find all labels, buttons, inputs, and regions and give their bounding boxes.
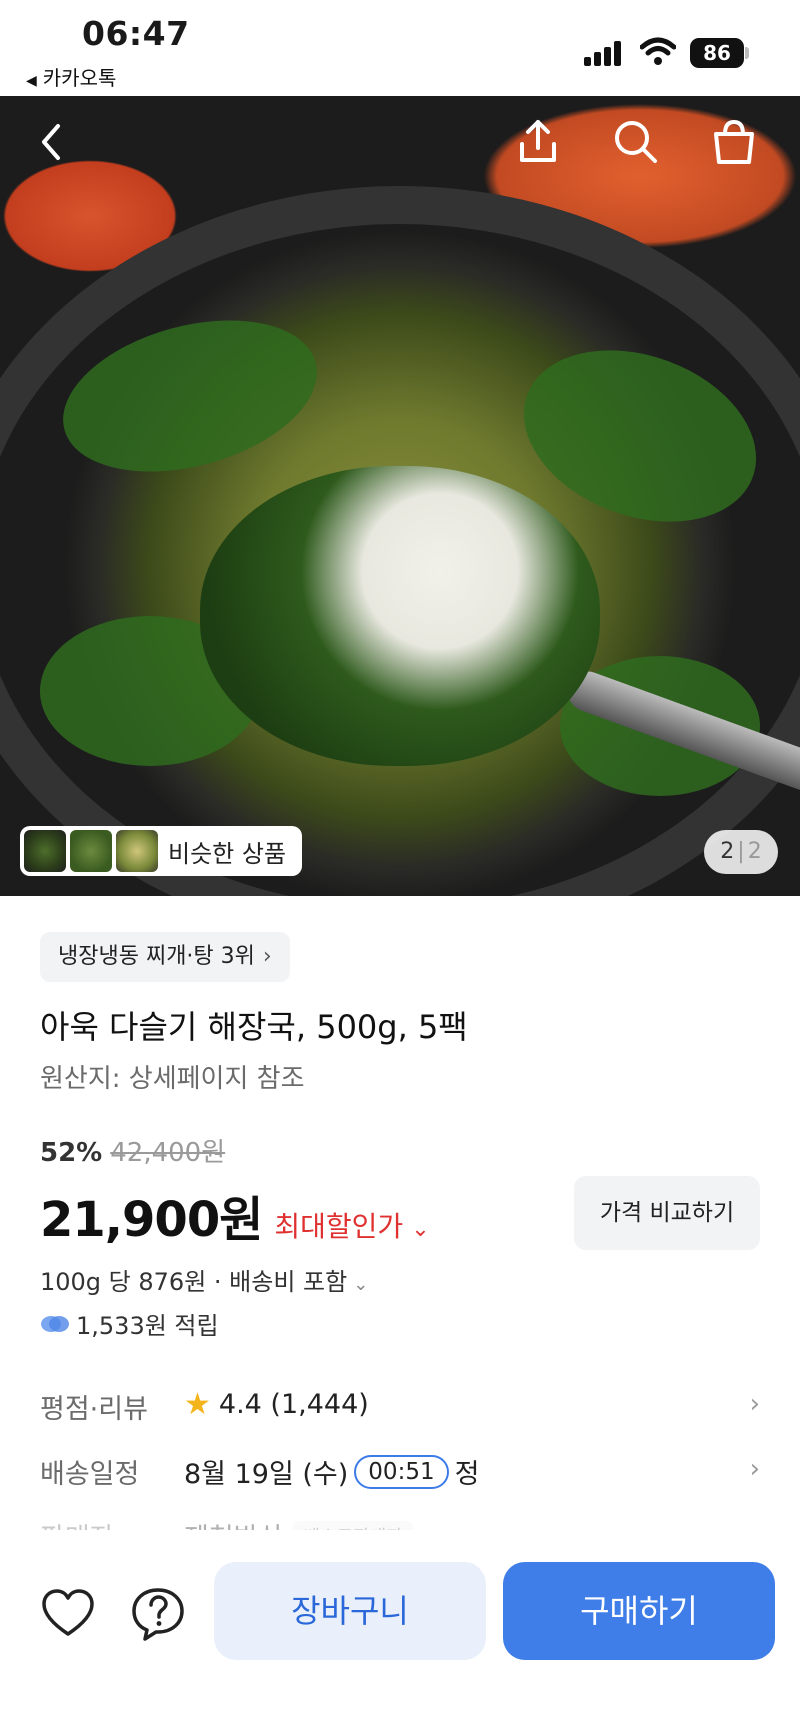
back-app-label: 카카오톡 bbox=[42, 66, 117, 90]
heart-icon[interactable] bbox=[40, 1586, 96, 1642]
points-icon bbox=[41, 1315, 69, 1332]
unit-price-toggle[interactable]: 100g 당 876원 · 배송비 포함 ⌄ bbox=[40, 1262, 368, 1297]
rating-value-group: ★ 4.4 (1,444) bbox=[184, 1387, 369, 1422]
delivery-schedule-row[interactable]: 배송일정 8월 19일 (수) 00:51 정 › bbox=[40, 1452, 760, 1502]
search-icon[interactable] bbox=[610, 116, 662, 168]
discount-row: 52% 42,400원 bbox=[40, 1132, 225, 1169]
page-total: 2 bbox=[747, 839, 762, 864]
original-price: 42,400원 bbox=[110, 1138, 226, 1168]
status-time: 06:47 bbox=[82, 14, 190, 53]
max-discount-label: 최대할인가 bbox=[274, 1210, 404, 1243]
category-rank-label: 냉장냉동 찌개·탕 3위 bbox=[58, 944, 255, 969]
image-page-indicator: 2 | 2 bbox=[704, 830, 778, 874]
rating-review-row[interactable]: 평점·리뷰 ★ 4.4 (1,444) › bbox=[40, 1387, 760, 1437]
cellular-signal-icon bbox=[584, 40, 626, 66]
delivery-date: 8월 19일 (수) bbox=[184, 1459, 349, 1490]
buy-now-button[interactable]: 구매하기 bbox=[503, 1562, 775, 1660]
chevron-right-icon: › bbox=[749, 1389, 760, 1419]
add-to-cart-button[interactable]: 장바구니 bbox=[214, 1562, 486, 1660]
sale-price: 21,900원 bbox=[40, 1192, 263, 1248]
delivery-label: 배송일정 bbox=[40, 1459, 140, 1490]
unit-price-label: 100g 당 876원 · 배송비 포함 bbox=[40, 1268, 348, 1296]
max-discount-price-toggle[interactable]: 최대할인가 ⌄ bbox=[274, 1205, 429, 1245]
category-rank-chip[interactable]: 냉장냉동 찌개·탕 3위 › bbox=[40, 932, 290, 982]
product-title: 아욱 다슬기 해장국, 500g, 5팩 bbox=[40, 1008, 468, 1046]
share-icon[interactable] bbox=[512, 116, 564, 168]
similar-products-label: 비슷한 상품 bbox=[168, 839, 287, 868]
back-arrow-icon[interactable] bbox=[26, 116, 78, 168]
reward-points: 1,533원 적립 bbox=[40, 1306, 219, 1341]
wifi-icon bbox=[640, 37, 676, 65]
page-separator: | bbox=[737, 839, 745, 864]
delivery-suffix: 정 bbox=[454, 1459, 480, 1490]
similar-product-thumbnail bbox=[24, 830, 66, 872]
chevron-down-icon: ⌄ bbox=[353, 1274, 369, 1295]
chevron-right-icon: › bbox=[749, 1454, 760, 1484]
battery-tip bbox=[745, 47, 749, 59]
price-row: 21,900원 최대할인가 ⌄ bbox=[40, 1180, 430, 1250]
similar-product-thumbnail bbox=[70, 830, 112, 872]
delivery-value-group: 8월 19일 (수) 00:51 정 bbox=[184, 1452, 479, 1491]
product-origin: 원산지: 상세페이지 참조 bbox=[40, 1064, 305, 1094]
chevron-right-icon: › bbox=[262, 944, 272, 969]
battery-icon: 86 bbox=[690, 38, 744, 68]
delivery-countdown-timer: 00:51 bbox=[354, 1454, 449, 1489]
rating-label: 평점·리뷰 bbox=[40, 1394, 148, 1425]
star-icon: ★ bbox=[184, 1387, 211, 1422]
rating-value: 4.4 (1,444) bbox=[218, 1389, 369, 1420]
shopping-bag-icon[interactable] bbox=[708, 116, 760, 168]
bottom-action-bar: 장바구니 구매하기 bbox=[0, 1530, 800, 1731]
points-label: 1,533원 적립 bbox=[76, 1312, 219, 1340]
chevron-down-icon: ⌄ bbox=[411, 1217, 430, 1242]
help-icon[interactable] bbox=[130, 1586, 186, 1642]
status-bar: 06:47 ◀ 카카오톡 86 bbox=[0, 0, 800, 96]
product-image-carousel[interactable] bbox=[0, 96, 800, 896]
compare-price-button[interactable]: 가격 비교하기 bbox=[574, 1176, 760, 1250]
spoon-food-shape bbox=[200, 466, 600, 766]
similar-product-thumbnail bbox=[116, 830, 158, 872]
page-current: 2 bbox=[720, 839, 735, 864]
discount-rate: 52% bbox=[40, 1138, 103, 1168]
similar-products-chip[interactable]: 비슷한 상품 bbox=[20, 826, 303, 876]
back-to-app-link[interactable]: ◀ 카카오톡 bbox=[26, 62, 116, 91]
back-triangle-icon: ◀ bbox=[26, 73, 37, 89]
